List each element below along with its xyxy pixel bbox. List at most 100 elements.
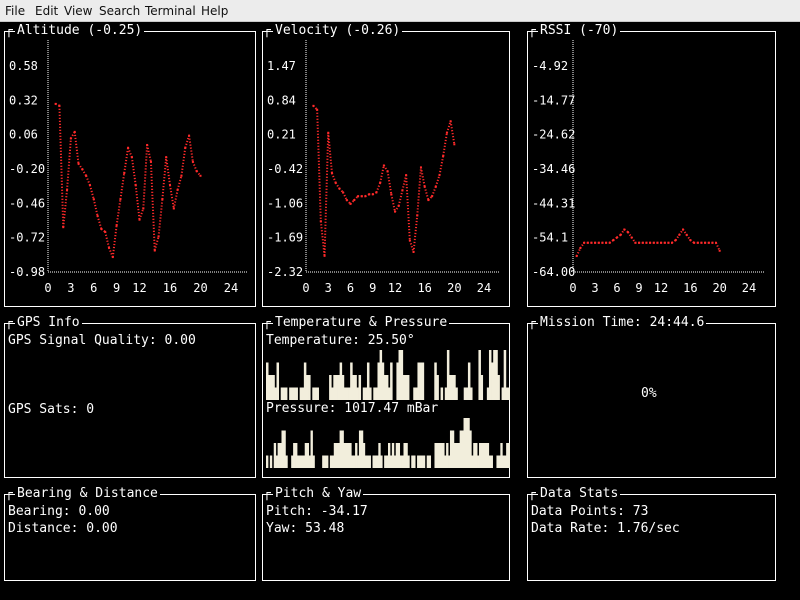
pressure-label: Pressure: 1017.47 mBar [266, 401, 439, 416]
series-segment [445, 120, 452, 134]
series-segment [442, 132, 448, 157]
x-tick-label: 20 [712, 281, 726, 295]
series-segment [96, 215, 103, 230]
menu-search[interactable]: Search [99, 4, 140, 18]
bar [266, 455, 269, 468]
bar [380, 455, 383, 468]
series-segment [92, 198, 99, 217]
x-tick-label: 16 [417, 281, 431, 295]
bar [407, 455, 410, 468]
menu-bar: File Edit View Search Terminal Help [0, 0, 800, 22]
x-tick-label: 3 [591, 281, 598, 295]
y-tick-label: -34.46 [532, 162, 575, 176]
series-segment [191, 161, 198, 172]
bearing-panel: Bearing & Distance Bearing: 0.00 Distanc… [4, 486, 256, 581]
series-segment [397, 190, 404, 207]
x-tick-label: 16 [683, 281, 697, 295]
series-segment [316, 109, 322, 222]
gps-panel: GPS Info GPS Signal Quality: 0.00 GPS Sa… [4, 315, 256, 478]
bar [440, 387, 444, 400]
series-segment [119, 172, 126, 200]
series-segment [85, 175, 91, 186]
series-segment [431, 186, 437, 197]
series-segment [386, 171, 393, 195]
series-segment [104, 231, 110, 248]
y-tick-label: -24.62 [532, 128, 575, 142]
series-segment [331, 172, 337, 184]
x-tick-label: 20 [193, 281, 207, 295]
y-tick-label: -0.98 [9, 265, 45, 279]
x-tick-label: 9 [635, 281, 642, 295]
menu-terminal[interactable]: Terminal [145, 4, 196, 18]
data-points: Data Points: 73 [531, 504, 649, 519]
bar [276, 362, 280, 400]
series-segment [408, 240, 415, 253]
bar [312, 455, 315, 468]
x-tick-label: 0 [569, 281, 576, 295]
y-tick-label: -1.06 [267, 196, 303, 210]
x-tick-label: 12 [388, 281, 402, 295]
bar [470, 387, 473, 400]
x-tick-label: 0 [44, 281, 51, 295]
mission-time-title: Mission Time: 24:44.6 [528, 315, 707, 331]
x-tick-label: 16 [163, 281, 177, 295]
bar [285, 455, 288, 468]
series-segment [123, 147, 130, 174]
series-segment [327, 132, 333, 174]
altitude-chart: 0.58 0.32 0.06 -0.20 -0.46 -0.72 -0.98 0 3 6 9 12 16… [9, 40, 247, 295]
series-segment [73, 131, 80, 164]
mission-progress-text: 0% [641, 386, 657, 401]
y-tick-label: -44.31 [532, 196, 575, 210]
bar [436, 375, 439, 400]
bar [406, 375, 410, 400]
y-tick-label: -1.69 [267, 231, 303, 245]
series-segment [438, 155, 445, 176]
x-tick-label: 6 [347, 281, 354, 295]
gps-sats: GPS Sats: 0 [8, 402, 95, 417]
y-tick-label: -0.20 [9, 162, 45, 176]
menu-view[interactable]: View [64, 4, 92, 18]
series-segment [423, 186, 430, 201]
series-segment [62, 189, 69, 228]
series-segment [449, 121, 456, 145]
data-point [453, 143, 456, 146]
pressure-bar-chart [266, 418, 510, 468]
temperature-bar-chart [266, 350, 510, 400]
series-segment [165, 156, 171, 186]
data-point [199, 174, 202, 177]
y-tick-label: 0.84 [267, 93, 296, 107]
bar [316, 387, 319, 400]
y-tick-label: -14.77 [532, 93, 575, 107]
bar [326, 455, 329, 468]
series-segment [176, 175, 183, 191]
series-segment [58, 105, 65, 228]
bar [284, 387, 288, 400]
x-tick-label: 24 [224, 281, 238, 295]
series-segment [405, 175, 411, 241]
series-segment [412, 215, 419, 253]
bar [422, 455, 426, 468]
y-tick-label: 0.21 [267, 128, 296, 142]
bar [295, 387, 298, 400]
y-tick-label: -54.1 [532, 231, 568, 245]
series-segment [130, 156, 137, 186]
bar [369, 387, 372, 400]
gps-signal-quality: GPS Signal Quality: 0.00 [8, 333, 196, 348]
x-tick-label: 6 [613, 281, 620, 295]
menu-edit[interactable]: Edit [35, 4, 58, 18]
x-tick-label: 3 [67, 281, 74, 295]
bar [428, 455, 432, 468]
menu-help[interactable]: Help [201, 4, 228, 18]
menu-file[interactable]: File [5, 4, 25, 18]
series-segment [111, 225, 118, 258]
velocity-panel: Velocity (-0.26) 1.470.840.21-0.42-1.06-… [262, 23, 510, 307]
mission-panel: Mission Time: 24:44.6 0% [527, 315, 776, 478]
series-segment [88, 184, 95, 200]
gps-title: GPS Info [5, 315, 82, 331]
series-segment [379, 165, 385, 183]
x-tick-label: 12 [132, 281, 146, 295]
yaw-value: Yaw: 53.48 [266, 521, 345, 536]
x-tick-label: 24 [477, 281, 491, 295]
y-tick-label: -0.42 [267, 162, 303, 176]
bearing-title: Bearing & Distance [5, 486, 160, 502]
